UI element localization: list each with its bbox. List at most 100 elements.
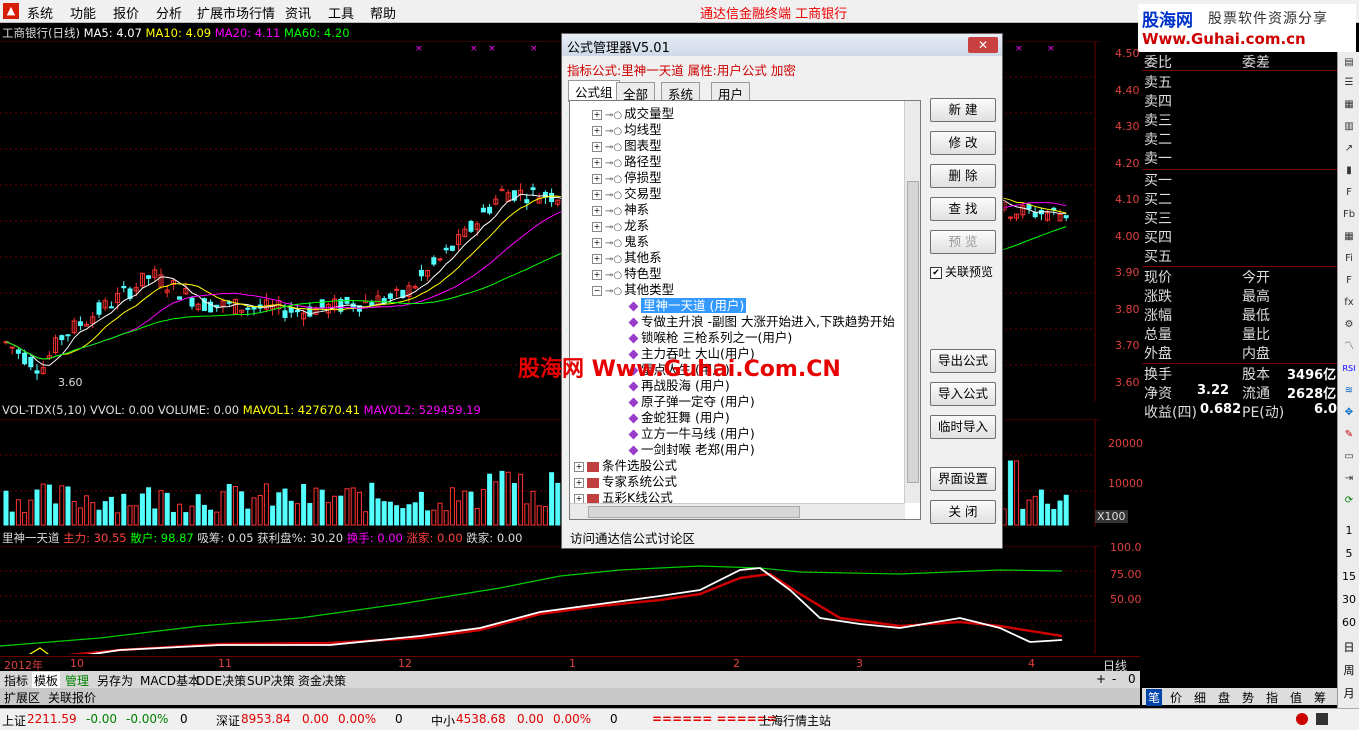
quote-tab[interactable]: 笔 — [1146, 689, 1163, 706]
fib-icon[interactable]: Fb — [1341, 208, 1357, 222]
expand-icon[interactable]: + — [574, 461, 584, 472]
rsi-icon[interactable]: RSI — [1341, 362, 1357, 376]
expand-icon[interactable]: + — [592, 125, 602, 136]
expand-icon[interactable]: + — [574, 493, 584, 504]
vertical-scrollbar[interactable] — [904, 101, 920, 503]
tab-indicator[interactable]: 指标 — [2, 672, 30, 689]
menu-news[interactable]: 资讯 — [285, 3, 311, 22]
expand-icon[interactable]: + — [592, 205, 602, 216]
link-preview-checkbox[interactable]: ✔ 关联预览 — [930, 263, 993, 280]
zoom-reset-button[interactable]: 0 — [1128, 672, 1136, 686]
close-button[interactable]: 关 闭 — [930, 500, 996, 524]
tab-fund[interactable]: 资金决策 — [296, 672, 348, 689]
formula-tree[interactable]: + ⊸○ 成交量型 + ⊸○ 均线型 + ⊸○ 图表型 + ⊸○ 路径型 + ⊸○ 停损型 + ⊸○ 交… — [569, 100, 921, 520]
ui-settings-button[interactable]: 界面设置 — [930, 467, 996, 491]
settings-icon[interactable]: ⚙ — [1341, 318, 1357, 332]
refresh-icon[interactable]: ⟳ — [1341, 494, 1357, 508]
period-1[interactable]: 1 — [1339, 524, 1359, 537]
period-30[interactable]: 30 — [1339, 593, 1359, 606]
quote-tab[interactable]: 势 — [1242, 689, 1254, 706]
quote-tab[interactable]: 价 — [1170, 689, 1182, 706]
fi-icon[interactable]: Fi — [1341, 252, 1357, 266]
exit-icon[interactable]: ⇥ — [1341, 472, 1357, 486]
preview-button[interactable]: 预 览 — [930, 230, 996, 254]
tab-all[interactable]: 全部 — [616, 82, 656, 102]
period-5[interactable]: 5 — [1339, 547, 1359, 560]
grid-icon[interactable]: ▥ — [1341, 120, 1357, 134]
connection-icon[interactable] — [1296, 713, 1308, 725]
tab-template[interactable]: 模板 — [32, 672, 61, 689]
indicator-chart[interactable] — [0, 546, 1100, 654]
window-icon[interactable] — [1316, 713, 1328, 725]
menu-extended-market[interactable]: 扩展市场行情 — [197, 3, 275, 22]
draw-icon[interactable]: ✎ — [1341, 428, 1357, 442]
period-day[interactable]: 日 — [1339, 639, 1359, 655]
expand-icon[interactable]: + — [592, 141, 602, 152]
quote-tab[interactable]: 值 — [1290, 689, 1302, 706]
menu-function[interactable]: 功能 — [70, 3, 96, 22]
menu-help[interactable]: 帮助 — [370, 3, 396, 22]
collapse-icon[interactable]: − — [592, 285, 602, 296]
f10-icon[interactable]: F — [1341, 186, 1357, 200]
tab-manage[interactable]: 管理 — [63, 672, 91, 689]
expand-icon[interactable]: + — [592, 109, 602, 120]
list-icon[interactable]: ☰ — [1341, 76, 1357, 90]
expand-icon[interactable]: + — [592, 269, 602, 280]
check-icon[interactable]: ✔ — [930, 266, 942, 279]
delete-button[interactable]: 删 除 — [930, 164, 996, 188]
expand-icon[interactable]: + — [592, 157, 602, 168]
tab-related-quotes[interactable]: 关联报价 — [46, 689, 98, 706]
macd-icon[interactable]: ≋ — [1341, 384, 1357, 398]
f-icon[interactable]: F — [1341, 274, 1357, 288]
quote-tab[interactable]: 细 — [1194, 689, 1206, 706]
find-button[interactable]: 查 找 — [930, 197, 996, 221]
tab-dde[interactable]: DDE决策 — [194, 672, 248, 689]
period-month[interactable]: 月 — [1339, 685, 1359, 701]
dialog-titlebar[interactable]: 公式管理器V5.01 ✕ — [562, 34, 1002, 56]
export-button[interactable]: 导出公式 — [930, 349, 996, 373]
formula-icon[interactable]: fx — [1341, 296, 1357, 310]
menu-tools[interactable]: 工具 — [328, 3, 354, 22]
server-status[interactable]: 上海行情主站 — [759, 712, 831, 729]
tab-macd[interactable]: MACD基本 — [138, 672, 202, 689]
horizontal-scrollbar[interactable] — [570, 503, 905, 519]
import-button[interactable]: 导入公式 — [930, 382, 996, 406]
zoom-out-button[interactable]: - — [1112, 672, 1116, 686]
trend-icon[interactable]: ↗ — [1341, 142, 1357, 156]
expand-icon[interactable]: + — [574, 477, 584, 488]
close-icon[interactable]: ✕ — [968, 37, 998, 53]
tab-system[interactable]: 系统 — [661, 82, 701, 102]
zoom-in-button[interactable]: + — [1096, 672, 1106, 686]
menu-analysis[interactable]: 分析 — [156, 3, 182, 22]
period-15[interactable]: 15 — [1339, 570, 1359, 583]
window-icon[interactable]: ▭ — [1341, 450, 1357, 464]
tab-extension-area[interactable]: 扩展区 — [2, 689, 42, 706]
scroll-thumb[interactable] — [907, 181, 919, 483]
period-week[interactable]: 周 — [1339, 662, 1359, 678]
temp-import-button[interactable]: 临时导入 — [930, 415, 996, 439]
chart-icon[interactable]: ▦ — [1341, 98, 1357, 112]
quote-tab[interactable]: 盘 — [1218, 689, 1230, 706]
expand-icon[interactable]: + — [592, 253, 602, 264]
market-icon[interactable]: ▤ — [1341, 56, 1357, 70]
menu-quotes[interactable]: 报价 — [113, 3, 139, 22]
tab-user[interactable]: 用户 — [711, 82, 751, 102]
edit-button[interactable]: 修 改 — [930, 131, 996, 155]
forum-link[interactable]: 访问通达信公式讨论区 — [570, 528, 695, 547]
tab-save-as[interactable]: 另存为 — [95, 672, 135, 689]
expand-icon[interactable]: + — [592, 173, 602, 184]
tab-formula-group[interactable]: 公式组 — [568, 80, 620, 102]
expand-icon[interactable]: + — [592, 237, 602, 248]
menu-system[interactable]: 系统 — [27, 3, 53, 22]
expand-icon[interactable]: + — [592, 189, 602, 200]
period-60[interactable]: 60 — [1339, 616, 1359, 629]
scroll-thumb[interactable] — [588, 506, 800, 518]
quote-tab[interactable]: 指 — [1266, 689, 1278, 706]
new-button[interactable]: 新 建 — [930, 98, 996, 122]
candle-icon[interactable]: ▮ — [1341, 164, 1357, 178]
quote-tab[interactable]: 筹 — [1314, 689, 1326, 706]
move-icon[interactable]: ✥ — [1341, 406, 1357, 420]
tab-sup[interactable]: SUP决策 — [245, 672, 297, 689]
table-icon[interactable]: ▦ — [1341, 230, 1357, 244]
indicator-icon[interactable]: 〽 — [1341, 340, 1357, 354]
